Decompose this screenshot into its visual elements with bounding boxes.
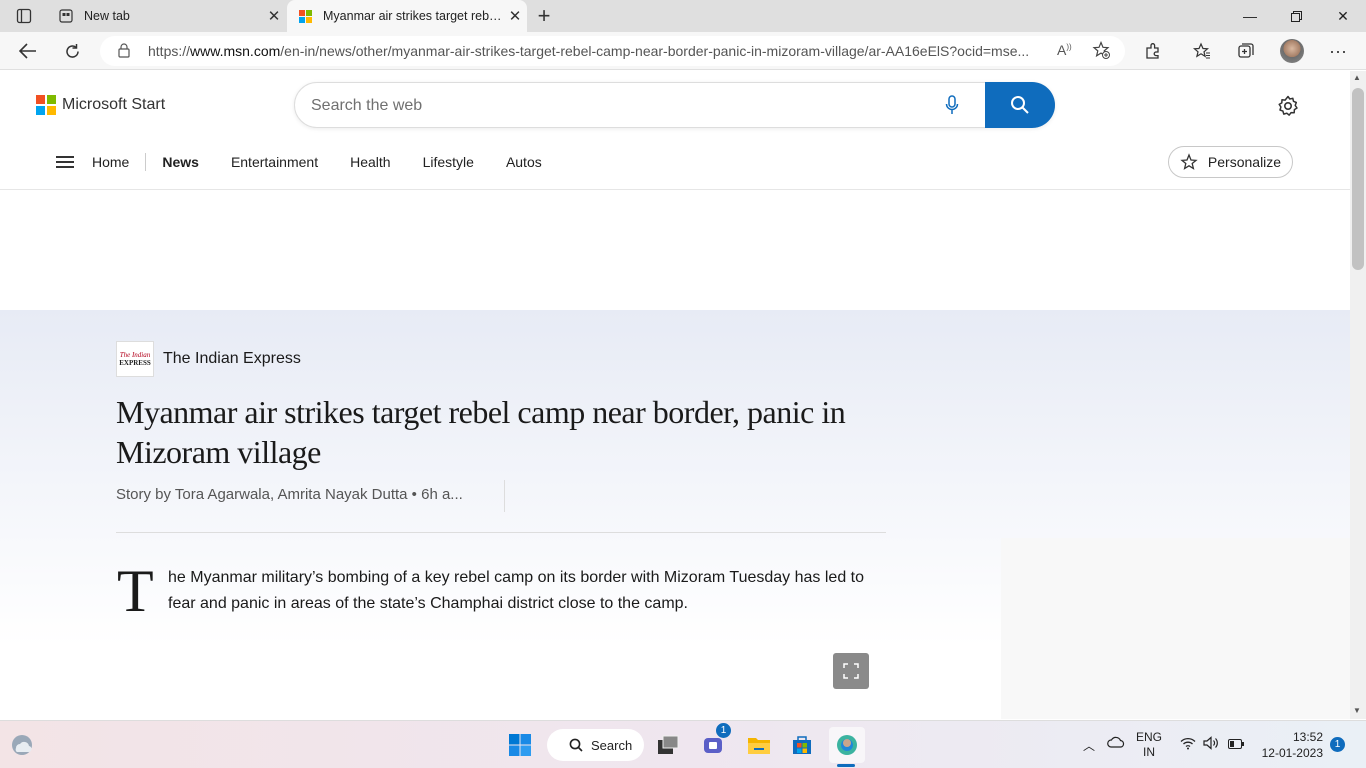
- edge-browser-icon[interactable]: [829, 727, 865, 767]
- scrollbar-thumb[interactable]: [1352, 88, 1364, 270]
- start-windows-icon[interactable]: [504, 729, 536, 761]
- tab-actions-icon[interactable]: [9, 2, 39, 30]
- publisher-logo: The Indian EXPRESS: [116, 341, 154, 377]
- wifi-icon[interactable]: [1180, 737, 1196, 753]
- weather-widget-icon[interactable]: [6, 729, 38, 761]
- profile-avatar[interactable]: [1277, 37, 1307, 65]
- search-button[interactable]: [985, 82, 1055, 128]
- hamburger-menu-icon[interactable]: [56, 156, 74, 168]
- volume-icon[interactable]: [1203, 736, 1220, 753]
- url-field[interactable]: https://www.msn.com/en-in/news/other/mya…: [100, 36, 1125, 66]
- more-menu-icon[interactable]: ···: [1323, 37, 1353, 65]
- minimize-icon[interactable]: —: [1227, 0, 1273, 32]
- battery-icon[interactable]: [1228, 738, 1245, 752]
- publisher-name: The Indian Express: [163, 350, 301, 367]
- new-tab-plus-icon[interactable]: +: [529, 2, 559, 30]
- nav-item-news[interactable]: News: [162, 154, 199, 170]
- clock[interactable]: 13:52 12-01-2023: [1257, 729, 1323, 761]
- nav-divider: [145, 153, 147, 171]
- microphone-icon[interactable]: [945, 95, 959, 120]
- active-app-indicator: [837, 764, 855, 767]
- tab-new-tab[interactable]: New tab ✕: [48, 0, 286, 32]
- article-rule: [116, 532, 886, 533]
- show-hidden-icons-chevron-icon[interactable]: ︿: [1083, 737, 1095, 754]
- close-window-icon[interactable]: ✕: [1320, 0, 1366, 32]
- nav-item-home[interactable]: Home: [92, 154, 129, 170]
- file-explorer-icon[interactable]: [743, 729, 775, 761]
- brand-name: Microsoft Start: [62, 96, 166, 113]
- nav-item-autos[interactable]: Autos: [506, 154, 542, 170]
- microsoft-start-logo[interactable]: Microsoft Start: [36, 95, 165, 115]
- windows-taskbar: Search 1 ︿ ENG IN 13:52 12-01-2023 1: [0, 720, 1366, 768]
- read-aloud-icon[interactable]: A)): [1057, 42, 1072, 58]
- search-icon: [569, 738, 583, 752]
- scroll-down-icon[interactable]: ▼: [1353, 706, 1361, 715]
- tab-title: Myanmar air strikes target rebel camp ne…: [323, 9, 503, 23]
- onedrive-cloud-icon[interactable]: [1107, 736, 1125, 751]
- task-view-icon[interactable]: [652, 729, 684, 761]
- category-nav: Home News Entertainment Health Lifestyle…: [56, 153, 574, 171]
- language-indicator[interactable]: ENG IN: [1136, 730, 1162, 760]
- side-panel: [1001, 538, 1350, 719]
- clock-date: 12-01-2023: [1261, 746, 1323, 760]
- byline-divider: [504, 480, 505, 512]
- fullscreen-expand-button[interactable]: [833, 653, 869, 689]
- lock-icon[interactable]: [118, 43, 130, 61]
- article-byline: Story by Tora Agarwala, Amrita Nayak Dut…: [116, 486, 463, 503]
- nav-item-health[interactable]: Health: [350, 154, 390, 170]
- publisher[interactable]: The Indian EXPRESS The Indian Express: [116, 341, 301, 377]
- extensions-icon[interactable]: [1138, 37, 1168, 65]
- nav-item-lifestyle[interactable]: Lifestyle: [423, 154, 474, 170]
- article-body: he Myanmar military’s bombing of a key r…: [168, 569, 865, 612]
- teams-chat-icon[interactable]: 1: [698, 723, 731, 761]
- close-tab-icon[interactable]: ✕: [262, 7, 286, 25]
- article-headline: Myanmar air strikes target rebel camp ne…: [116, 394, 846, 470]
- search-icon: [1011, 96, 1029, 114]
- back-arrow-icon[interactable]: [13, 37, 43, 65]
- add-favorite-icon[interactable]: [1092, 40, 1110, 62]
- tab-title: New tab: [84, 9, 130, 23]
- drop-cap: T: [117, 558, 154, 624]
- nav-item-entertainment[interactable]: Entertainment: [231, 154, 318, 170]
- notification-count-badge[interactable]: 1: [1330, 737, 1345, 752]
- address-bar-row: https://www.msn.com/en-in/news/other/mya…: [0, 32, 1366, 70]
- scroll-up-icon[interactable]: ▲: [1353, 73, 1361, 82]
- settings-gear-icon[interactable]: [1277, 95, 1299, 122]
- msn-favicon-icon: [297, 8, 313, 24]
- collections-icon[interactable]: [1231, 37, 1261, 65]
- new-tab-icon: [58, 8, 74, 24]
- taskbar-search-button[interactable]: Search: [547, 729, 644, 761]
- header-divider: [0, 189, 1350, 190]
- search-input[interactable]: Search the web: [311, 97, 422, 115]
- tab-article[interactable]: Myanmar air strikes target rebel camp ne…: [287, 0, 527, 32]
- sparkle-star-icon: [1180, 153, 1198, 170]
- web-search-box[interactable]: Search the web: [294, 82, 1055, 128]
- browser-tab-bar: New tab ✕ Myanmar air strikes target reb…: [0, 0, 1366, 32]
- favorites-icon[interactable]: [1187, 37, 1217, 65]
- expand-icon: [843, 663, 859, 679]
- microsoft-logo-icon: [36, 95, 56, 115]
- personalize-button[interactable]: Personalize: [1168, 146, 1293, 178]
- taskbar-search-label: Search: [591, 737, 633, 753]
- restore-icon[interactable]: [1273, 0, 1319, 32]
- url-text: https://www.msn.com/en-in/news/other/mya…: [148, 43, 1030, 59]
- chat-badge: 1: [716, 723, 731, 738]
- refresh-icon[interactable]: [57, 37, 87, 65]
- personalize-label: Personalize: [1207, 154, 1282, 170]
- clock-time: 13:52: [1292, 730, 1323, 744]
- microsoft-store-icon[interactable]: [786, 729, 818, 761]
- close-tab-icon[interactable]: ✕: [503, 7, 527, 25]
